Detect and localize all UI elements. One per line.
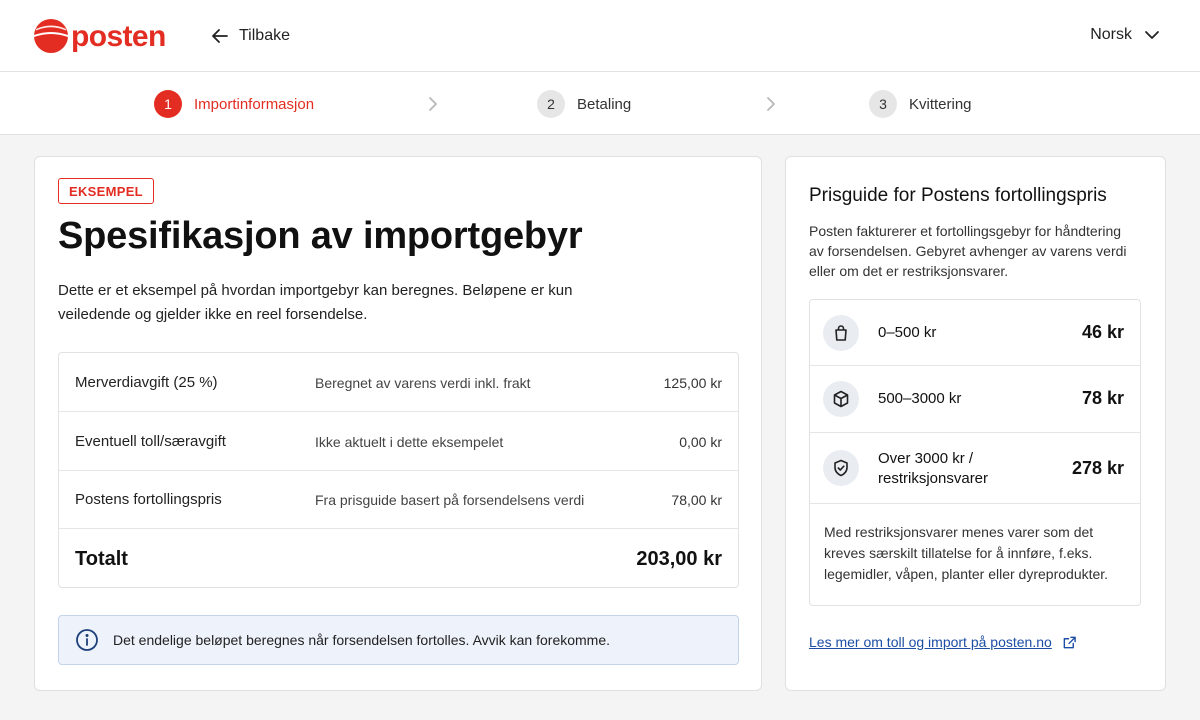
row-amount: 125,00 kr <box>663 375 722 391</box>
row-label: Merverdiavgift (25 %) <box>75 374 218 391</box>
table-row: Postens fortollingspris Fra prisguide ba… <box>59 471 738 529</box>
tier-range: 500–3000 kr <box>878 390 962 407</box>
tier-icon-wrap <box>823 315 859 351</box>
restriction-note: Med restriksjonsvarer menes varer som de… <box>824 524 1109 582</box>
row-description: Beregnet av varens verdi inkl. frakt <box>315 375 531 391</box>
posten-logo-mark-icon <box>34 19 68 53</box>
total-label: Totalt <box>75 548 128 570</box>
tier-range: Over 3000 kr / restriksjonsvarer <box>878 449 988 489</box>
fee-table: Merverdiavgift (25 %) Beregnet av varens… <box>58 352 739 588</box>
package-box-icon <box>833 390 849 408</box>
progress-stepper: 1 Importinformasjon 2 Betaling 3 Kvitter… <box>0 72 1200 135</box>
total-amount: 203,00 kr <box>636 548 722 570</box>
tier-price: 78 kr <box>1081 388 1124 408</box>
total-row: Totalt 203,00 kr <box>59 529 738 587</box>
language-select[interactable]: Norsk <box>1090 26 1160 44</box>
step-label: Importinformasjon <box>194 95 315 113</box>
price-guide-card: Prisguide for Postens fortollingspris Po… <box>785 156 1166 691</box>
price-tier: 0–500 kr 46 kr <box>810 300 1140 366</box>
tier-price: 278 kr <box>1071 458 1124 478</box>
price-guide-description: Posten fakturerer et fortollingsgebyr fo… <box>809 223 1127 279</box>
price-tier: Over 3000 kr / restriksjonsvarer 278 kr <box>810 433 1140 504</box>
tier-range-line: restriksjonsvarer <box>878 470 989 487</box>
language-label: Norsk <box>1090 26 1132 43</box>
tier-price: 46 kr <box>1081 322 1124 342</box>
tier-range: 0–500 kr <box>878 324 937 341</box>
chevron-right-icon <box>429 97 437 111</box>
arrow-left-icon <box>212 29 228 43</box>
row-amount: 78,00 kr <box>671 492 722 508</box>
link-text: Les mer om toll og import på posten.no <box>809 634 1052 650</box>
step-importinformasjon[interactable]: 1 Importinformasjon <box>154 90 314 118</box>
back-label: Tilbake <box>239 27 290 44</box>
row-label: Postens fortollingspris <box>75 491 222 508</box>
price-guide-title: Prisguide for Postens fortollingspris <box>809 185 1107 206</box>
logo-text: posten <box>71 20 166 53</box>
chevron-down-icon <box>1145 31 1159 39</box>
step-kvittering[interactable]: 3 Kvittering <box>869 90 972 118</box>
page-title: Spesifikasjon av importgebyr <box>58 215 583 257</box>
step-number: 1 <box>154 90 182 118</box>
toll-import-link[interactable]: Les mer om toll og import på posten.no <box>809 634 1077 650</box>
price-tier-list: 0–500 kr 46 kr 500–3000 kr 78 kr Over 30… <box>809 299 1141 606</box>
intro-text: Dette er et eksempel på hvordan importge… <box>58 282 573 323</box>
tier-icon-wrap <box>823 381 859 417</box>
step-label: Betaling <box>577 95 632 113</box>
row-description: Fra prisguide basert på forsendelsens ve… <box>315 492 585 508</box>
example-badge: EKSEMPEL <box>58 178 154 204</box>
info-text: Det endelige beløpet beregnes når forsen… <box>113 632 611 648</box>
step-label: Kvittering <box>909 95 972 113</box>
info-banner: Det endelige beløpet beregnes når forsen… <box>58 615 739 665</box>
chevron-right-icon <box>767 97 775 111</box>
step-number: 2 <box>537 90 565 118</box>
info-icon <box>76 629 98 651</box>
top-header: posten Tilbake Norsk <box>0 0 1200 72</box>
table-row: Merverdiavgift (25 %) Beregnet av varens… <box>59 353 738 412</box>
row-description: Ikke aktuelt i dette eksempelet <box>315 434 504 450</box>
price-tier: 500–3000 kr 78 kr <box>810 366 1140 433</box>
tier-range-line: Over 3000 kr / <box>878 450 974 467</box>
posten-logo[interactable]: posten <box>33 17 166 55</box>
fee-specification-card: EKSEMPEL Spesifikasjon av importgebyr De… <box>34 156 762 691</box>
row-label: Eventuell toll/særavgift <box>75 433 226 450</box>
shopping-bag-icon <box>835 325 847 341</box>
external-link-icon <box>1063 636 1076 648</box>
table-row: Eventuell toll/særavgift Ikke aktuelt i … <box>59 412 738 471</box>
row-amount: 0,00 kr <box>679 434 722 450</box>
tier-icon-wrap <box>823 450 859 486</box>
step-number: 3 <box>869 90 897 118</box>
shield-check-icon <box>834 459 848 477</box>
step-betaling[interactable]: 2 Betaling <box>537 90 631 118</box>
back-button[interactable]: Tilbake <box>210 26 290 46</box>
